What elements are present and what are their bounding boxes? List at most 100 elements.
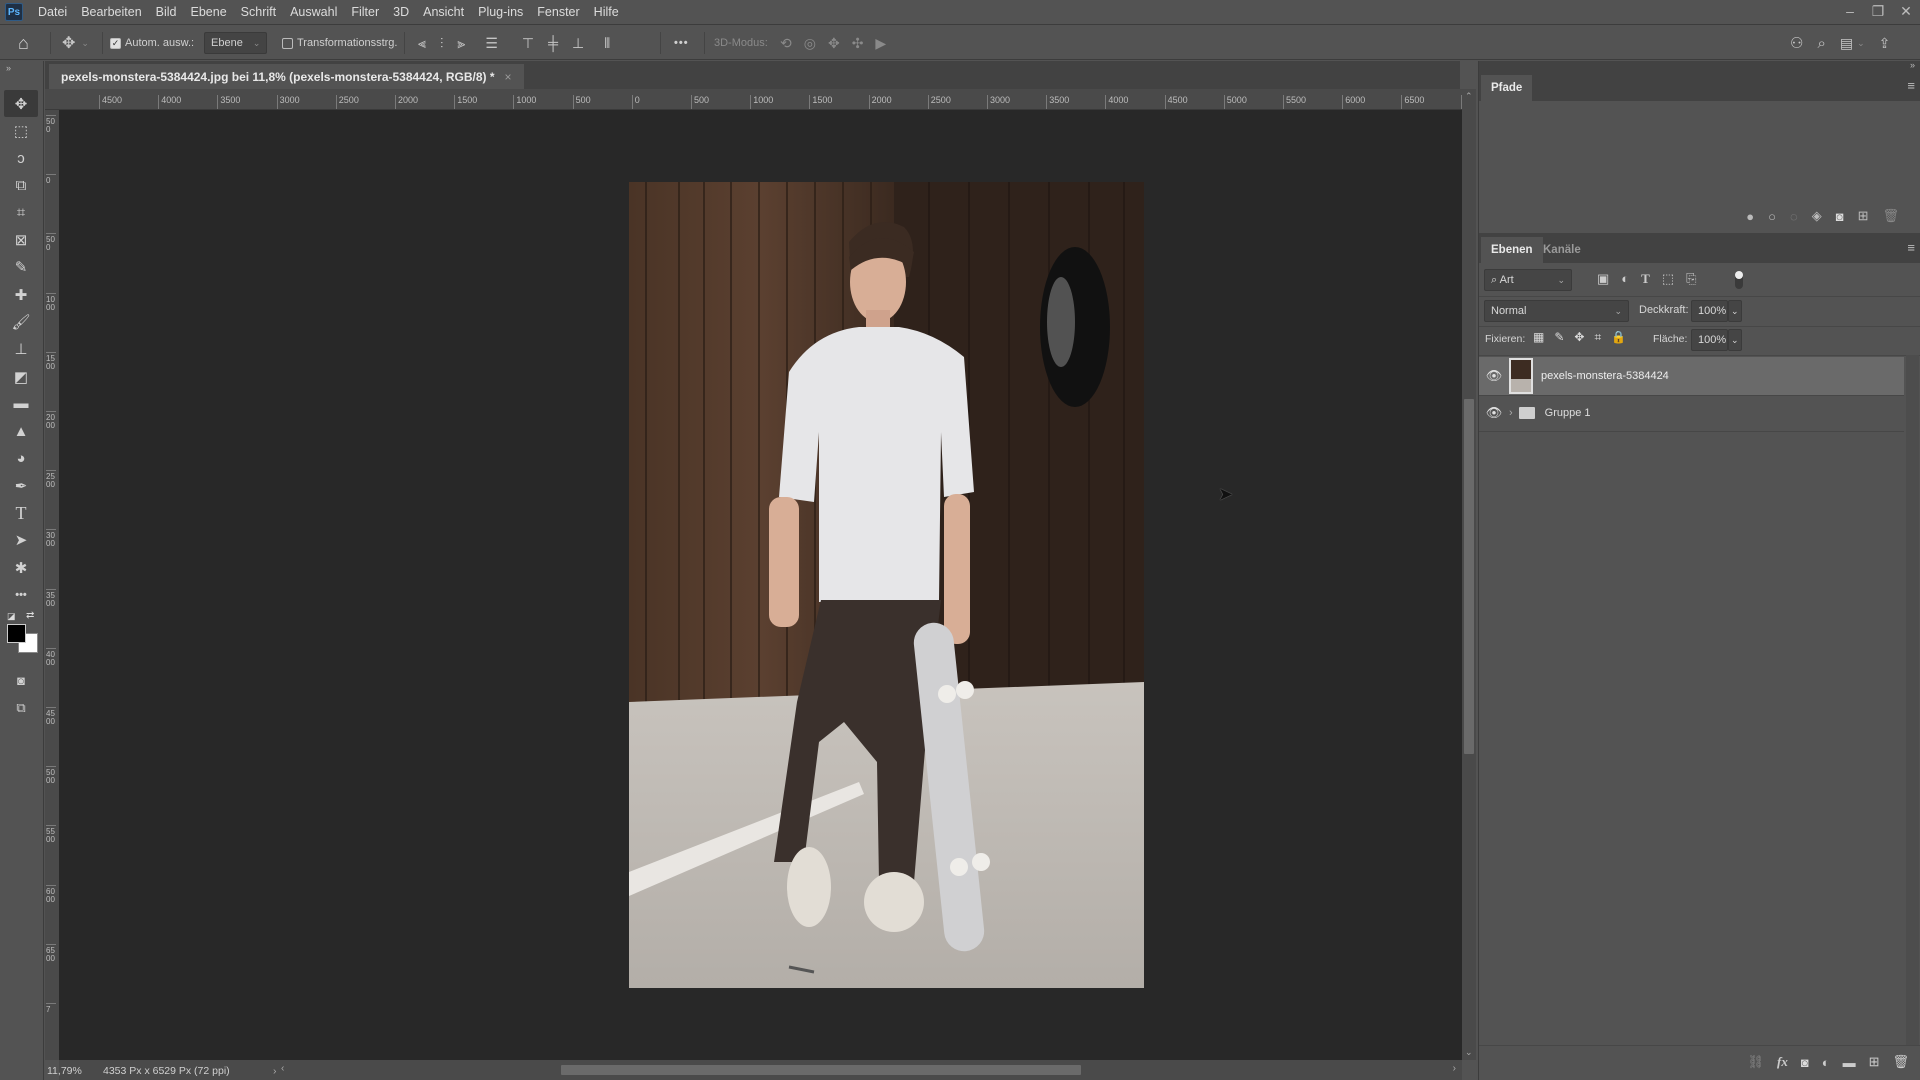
transform-controls-checkbox[interactable]: Transformationsstrg. [282, 26, 397, 60]
close-window-button[interactable]: ✕ [1892, 0, 1920, 22]
panel-menu-icon[interactable]: ≡ [1907, 240, 1915, 255]
status-menu-arrow-icon[interactable]: › [273, 1065, 277, 1077]
workspace-icon[interactable]: ▤ [1840, 35, 1853, 52]
panel-menu-icon[interactable]: ≡ [1907, 78, 1915, 93]
vertical-scrollbar[interactable]: ⌃ ⌄ [1462, 89, 1476, 1060]
menu-ansicht[interactable]: Ansicht [416, 0, 471, 25]
lock-all-icon[interactable]: 🔒 [1611, 330, 1626, 345]
scroll-up-icon[interactable]: ⌃ [1465, 91, 1473, 102]
share-person-icon[interactable]: ⚇ [1790, 34, 1803, 52]
layer-filter-dropdown[interactable]: ⌕ Art ⌄ [1484, 269, 1572, 291]
pen-tool[interactable]: ✒ [4, 472, 38, 499]
minimize-button[interactable]: – [1836, 0, 1864, 22]
quick-mask-icon[interactable]: ◙ [4, 667, 38, 694]
menu-datei[interactable]: Datei [31, 0, 74, 25]
menu-bild[interactable]: Bild [149, 0, 184, 25]
stroke-path-icon[interactable]: ○ [1768, 209, 1776, 224]
align-left-icon[interactable]: ⫷ [418, 35, 426, 52]
make-path-icon[interactable]: ◈ [1812, 208, 1822, 224]
menu-schrift[interactable]: Schrift [234, 0, 283, 25]
layer-row[interactable]: 👁 › Gruppe 1 [1479, 395, 1904, 431]
dodge-tool[interactable]: ◕ [4, 445, 38, 472]
filter-smart-object-icon[interactable]: ⎘ [1686, 271, 1696, 287]
brush-tool[interactable]: 🖌 [4, 308, 38, 335]
lasso-tool[interactable]: ↄ [4, 145, 38, 172]
distribute-vertical-icon[interactable]: ⫴ [604, 35, 610, 52]
eraser-tool[interactable]: ◩ [4, 363, 38, 390]
visibility-eye-icon[interactable]: 👁 [1479, 368, 1509, 384]
swap-colors-icon[interactable]: ⇄ [26, 610, 34, 621]
fill-input[interactable]: 100% [1691, 329, 1728, 351]
move-tool[interactable]: ✥ [4, 90, 38, 118]
fx-icon[interactable]: fx [1777, 1054, 1788, 1070]
more-tools[interactable]: ••• [4, 581, 38, 608]
collapse-panel-icon[interactable]: » [6, 63, 11, 73]
3d-pan-icon[interactable]: ✥ [828, 35, 840, 52]
search-icon[interactable]: ⌕ [1817, 35, 1825, 52]
filter-shape-icon[interactable]: ⬚ [1662, 271, 1674, 287]
marquee-tool[interactable]: ⬚ [4, 117, 38, 144]
collapse-panels-icon[interactable]: » [1910, 60, 1915, 70]
zoom-level[interactable]: 11,79% [45, 1065, 101, 1077]
gradient-tool[interactable]: ▬ [4, 390, 38, 417]
blur-tool[interactable]: ▲ [4, 418, 38, 445]
align-vcenter-icon[interactable]: ╪ [548, 35, 558, 51]
document-tab[interactable]: pexels-monstera-5384424.jpg bei 11,8% (p… [49, 64, 524, 89]
share-icon[interactable]: ⇪ [1879, 35, 1891, 52]
lock-transparent-icon[interactable]: ▦ [1533, 330, 1544, 345]
close-tab-icon[interactable]: × [505, 70, 512, 84]
filter-pixel-icon[interactable]: ▣ [1597, 271, 1609, 287]
filter-adjustment-icon[interactable]: ◐ [1621, 271, 1629, 287]
add-mask-icon[interactable]: ◙ [1801, 1055, 1809, 1070]
align-top-icon[interactable]: ⊤ [522, 35, 534, 52]
screen-mode-icon[interactable]: ⧉ [4, 694, 38, 721]
fill-path-icon[interactable]: ● [1746, 209, 1754, 224]
3d-orbit-icon[interactable]: ⟲ [780, 35, 792, 52]
menu-hilfe[interactable]: Hilfe [587, 0, 626, 25]
crop-tool[interactable]: ⌗ [4, 199, 38, 226]
more-options-button[interactable]: ••• [674, 26, 689, 60]
scroll-right-icon[interactable]: › [1453, 1063, 1456, 1074]
visibility-eye-icon[interactable]: 👁 [1479, 405, 1509, 421]
horizontal-scroll-thumb[interactable] [561, 1065, 1081, 1075]
delete-path-icon[interactable]: 🗑 [1882, 208, 1899, 224]
align-right-icon[interactable]: ⫸ [457, 35, 465, 52]
object-select-tool[interactable]: ⧉ [4, 172, 38, 199]
foreground-color-swatch[interactable] [7, 623, 26, 643]
frame-tool[interactable]: ⊠ [4, 226, 38, 253]
filter-toggle[interactable] [1735, 271, 1743, 289]
layer-name[interactable]: Gruppe 1 [1545, 407, 1591, 419]
layer-name[interactable]: pexels-monstera-5384424 [1541, 370, 1669, 382]
scroll-left-icon[interactable]: ‹ [281, 1063, 284, 1074]
link-layers-icon[interactable]: ⛓ [1748, 1054, 1765, 1070]
add-mask-icon[interactable]: ◙ [1836, 209, 1844, 224]
expand-group-chevron-icon[interactable]: › [1509, 407, 1513, 419]
vertical-scroll-thumb[interactable] [1464, 399, 1474, 754]
filter-type-icon[interactable]: T [1641, 271, 1650, 287]
opacity-input[interactable]: 100% [1691, 300, 1728, 322]
scroll-down-icon[interactable]: ⌄ [1465, 1047, 1473, 1058]
auto-select-checkbox[interactable]: ✓ Autom. ausw.: [110, 26, 194, 60]
layers-scrollbar[interactable] [1906, 355, 1919, 1045]
load-selection-icon[interactable]: ◌ [1790, 209, 1798, 224]
menu-auswahl[interactable]: Auswahl [283, 0, 344, 25]
adjustment-layer-icon[interactable]: ◐ [1822, 1055, 1830, 1070]
align-bottom-icon[interactable]: ⊥ [572, 35, 584, 52]
new-group-folder-icon[interactable]: ▬ [1843, 1055, 1856, 1070]
lock-artboard-icon[interactable]: ⌗ [1594, 330, 1601, 345]
3d-roll-icon[interactable]: ◎ [804, 35, 816, 52]
home-icon[interactable]: ⌂ [18, 26, 29, 60]
tab-pfade[interactable]: Pfade [1481, 75, 1533, 101]
3d-camera-icon[interactable]: ▶ [875, 35, 886, 52]
auto-select-target-dropdown[interactable]: Ebene ⌄ [204, 26, 268, 60]
document-image[interactable] [629, 182, 1144, 988]
shape-tool[interactable]: ✱ [4, 554, 38, 581]
menu-3d[interactable]: 3D [386, 0, 416, 25]
type-tool[interactable]: T [4, 499, 38, 526]
menu-fenster[interactable]: Fenster [530, 0, 586, 25]
healing-brush-tool[interactable]: ✚ [4, 281, 38, 308]
menu-bearbeiten[interactable]: Bearbeiten [74, 0, 148, 25]
lock-image-icon[interactable]: ✎ [1554, 330, 1564, 345]
3d-slide-icon[interactable]: ✣ [852, 35, 864, 52]
opacity-slider-toggle[interactable]: ⌄ [1728, 300, 1742, 322]
